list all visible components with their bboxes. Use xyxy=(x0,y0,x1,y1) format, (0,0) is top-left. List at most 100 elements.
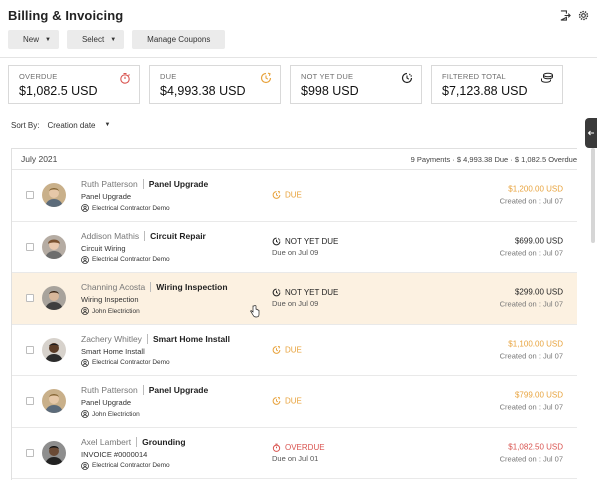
invoice-amount: $1,200.00 USD xyxy=(508,184,563,194)
stopwatch-icon xyxy=(272,443,281,452)
job-title[interactable]: Panel Upgrade xyxy=(149,385,209,395)
due-date: Due on Jul 09 xyxy=(272,247,319,257)
created-date: Created on : Jul 07 xyxy=(499,196,563,206)
status-text: NOT YET DUE xyxy=(285,288,339,298)
created-date: Created on : Jul 07 xyxy=(499,299,563,309)
row-checkbox[interactable] xyxy=(26,345,34,354)
select-button[interactable]: Select ▼ xyxy=(66,30,125,49)
organization: Electrical Contractor Demo xyxy=(81,255,206,264)
caret-down-icon: ▼ xyxy=(104,122,111,128)
invoice-amount: $299.00 USD xyxy=(514,287,563,297)
job-title[interactable]: Wiring Inspection xyxy=(156,282,227,292)
status-badge: DUE xyxy=(272,191,302,200)
user-circle-icon xyxy=(81,358,89,367)
invoice-amount: $1,082.50 USD xyxy=(508,442,563,452)
side-panel-toggle[interactable] xyxy=(585,118,597,148)
gear-icon[interactable] xyxy=(578,10,589,21)
customer-name[interactable]: Axel Lambert xyxy=(81,437,131,447)
job-subtitle: Panel Upgrade xyxy=(81,398,132,407)
invoice-amount: $1,100.00 USD xyxy=(508,339,563,349)
summary-card-due[interactable]: DUE $4,993.38 USD xyxy=(149,65,281,104)
user-circle-icon xyxy=(81,204,89,212)
organization-name: John Electriction xyxy=(92,307,140,315)
job-subtitle: Panel Upgrade xyxy=(81,192,132,201)
organization: Electrical Contractor Demo xyxy=(81,461,186,470)
status-badge: OVERDUE xyxy=(272,443,325,452)
organization-name: Electrical Contractor Demo xyxy=(92,359,170,366)
job-title[interactable]: Smart Home Install xyxy=(153,334,230,344)
invoice-list: July 2021 9 Payments · $ 4,993.38 Due · … xyxy=(11,148,577,480)
name-separator xyxy=(144,230,146,241)
status-badge: NOT YET DUE xyxy=(272,288,338,297)
invoice-row[interactable]: Channing Acosta Wiring Inspection Wiring … xyxy=(12,273,577,325)
row-checkbox[interactable] xyxy=(26,294,34,303)
action-bar: New ▼ Select ▼ Manage Coupons xyxy=(0,30,597,52)
invoice-row[interactable]: Ruth Patterson Panel Upgrade Panel Upgrad… xyxy=(12,170,577,222)
created-date: Created on : Jul 07 xyxy=(499,351,563,361)
clock-pending-icon xyxy=(401,71,413,89)
created-date: Created on : Jul 07 xyxy=(499,402,563,412)
organization: Electrical Contractor Demo xyxy=(81,204,208,212)
row-checkbox[interactable] xyxy=(26,448,34,457)
stopwatch-icon xyxy=(119,71,131,89)
manage-coupons-label: Manage Coupons xyxy=(147,35,211,44)
row-checkbox[interactable] xyxy=(26,242,34,251)
clock-refresh-icon xyxy=(260,71,272,89)
arrow-left-icon xyxy=(587,130,594,136)
manage-coupons-button[interactable]: Manage Coupons xyxy=(132,30,226,49)
group-title: July 2021 xyxy=(21,154,58,164)
organization-name: John Electriction xyxy=(92,410,140,418)
name-separator xyxy=(142,385,144,395)
avatar xyxy=(42,234,66,259)
organization: John Electriction xyxy=(81,307,228,315)
clock-refresh-icon xyxy=(272,397,281,406)
summary-cards: OVERDUE $1,082.5 USD DUE $4,993.38 USD N… xyxy=(0,65,597,104)
name-separator xyxy=(136,436,138,447)
status-text: DUE xyxy=(285,190,302,200)
due-date: Due on Jul 09 xyxy=(272,299,319,309)
user-circle-icon xyxy=(81,255,89,264)
invoice-row[interactable]: Addison Mathis Circuit Repair Circuit Wir… xyxy=(12,222,577,273)
job-title[interactable]: Grounding xyxy=(142,437,185,447)
organization: John Electriction xyxy=(81,410,208,418)
summary-card-filtered-total[interactable]: FILTERED TOTAL $7,123.88 USD xyxy=(431,65,563,104)
summary-card-not-yet-due[interactable]: NOT YET DUE $998 USD xyxy=(290,65,422,104)
customer-name[interactable]: Addison Mathis xyxy=(81,231,139,241)
name-separator xyxy=(142,179,144,189)
top-bar: Billing & Invoicing xyxy=(0,0,597,30)
name-separator xyxy=(150,282,152,292)
invoice-row[interactable]: Axel Lambert Grounding INVOICE #0000014 E… xyxy=(12,428,577,479)
invoice-row[interactable]: Zachery Whitley Smart Home Install Smart … xyxy=(12,325,577,376)
status-text: DUE xyxy=(285,345,302,355)
job-title[interactable]: Panel Upgrade xyxy=(149,179,209,189)
row-checkbox[interactable] xyxy=(26,397,34,406)
name-separator xyxy=(146,333,148,344)
status-text: DUE xyxy=(285,396,302,406)
avatar xyxy=(42,286,66,311)
user-circle-icon xyxy=(81,307,89,315)
invoice-amount: $799.00 USD xyxy=(514,390,563,400)
status-text: OVERDUE xyxy=(285,442,325,452)
user-circle-icon xyxy=(81,461,89,470)
caret-down-icon: ▼ xyxy=(110,36,117,43)
coins-stack-icon xyxy=(540,71,554,89)
scrollbar[interactable] xyxy=(591,148,595,243)
summary-card-overdue[interactable]: OVERDUE $1,082.5 USD xyxy=(8,65,140,104)
invoice-row[interactable]: Ruth Patterson Panel Upgrade Panel Upgrad… xyxy=(12,376,577,428)
sort-select[interactable]: Creation date ▼ xyxy=(47,121,110,130)
customer-name[interactable]: Ruth Patterson xyxy=(81,179,138,189)
new-button[interactable]: New ▼ xyxy=(8,30,59,49)
job-title[interactable]: Circuit Repair xyxy=(150,231,206,241)
created-date: Created on : Jul 07 xyxy=(499,248,563,258)
row-checkbox[interactable] xyxy=(26,191,34,200)
organization-name: Electrical Contractor Demo xyxy=(92,204,170,212)
status-text: NOT YET DUE xyxy=(285,236,339,246)
job-subtitle: Circuit Wiring xyxy=(81,243,126,253)
customer-name[interactable]: Ruth Patterson xyxy=(81,385,138,395)
customer-name[interactable]: Channing Acosta xyxy=(81,282,145,292)
avatar xyxy=(42,389,66,414)
month-group-header: July 2021 9 Payments · $ 4,993.38 Due · … xyxy=(12,149,577,170)
customer-name[interactable]: Zachery Whitley xyxy=(81,334,142,344)
avatar xyxy=(42,183,66,208)
logout-icon[interactable] xyxy=(560,9,571,21)
